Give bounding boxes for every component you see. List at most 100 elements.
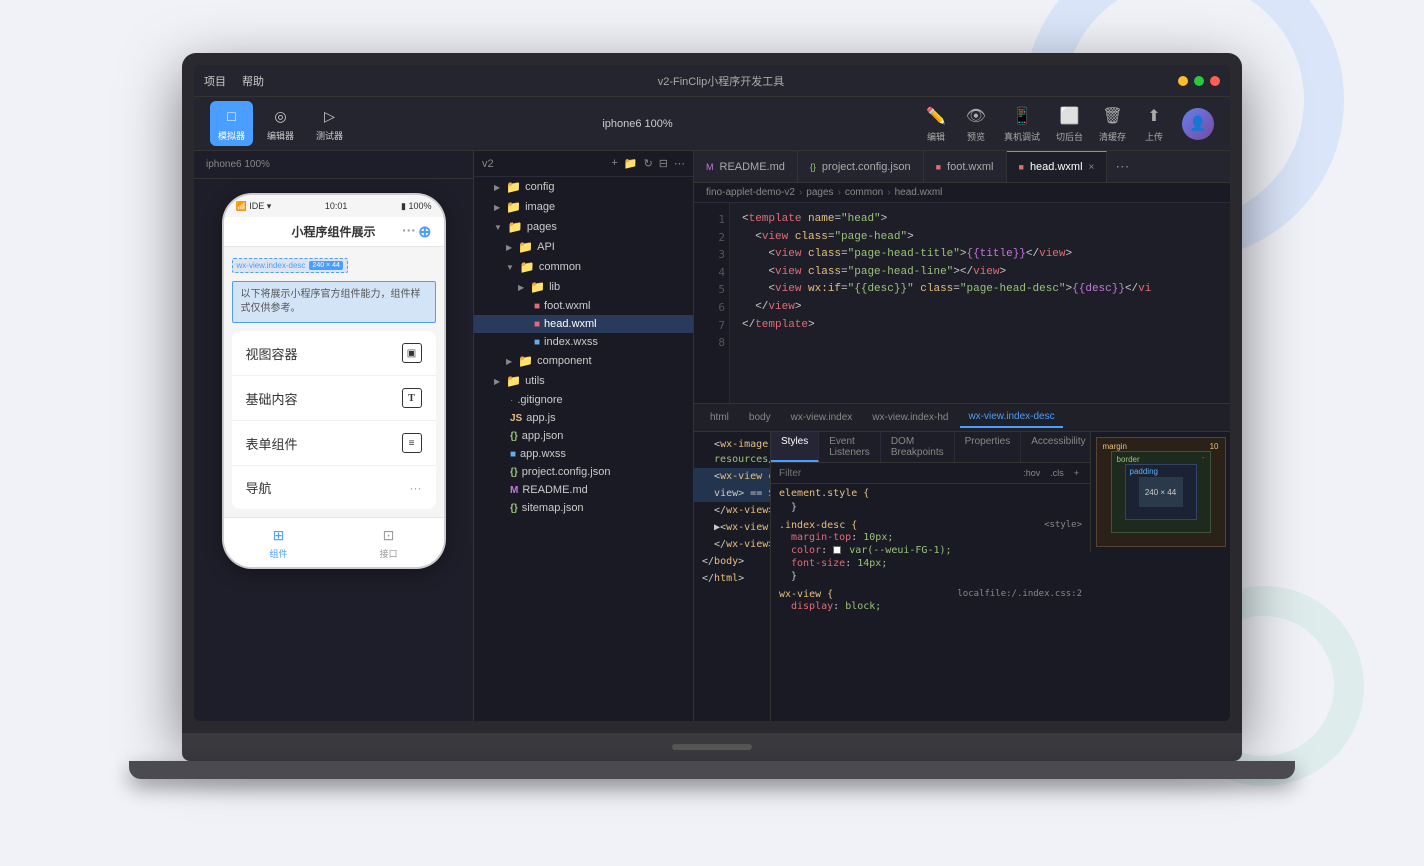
styles-filter-input[interactable] [779, 468, 1012, 479]
tab-foot-wxml[interactable]: ■ foot.wxml [924, 151, 1007, 183]
filter-hover-btn[interactable]: :hov [1020, 467, 1043, 479]
line-numbers: 12345678 [694, 203, 730, 403]
folder-lib-icon: 📁 [530, 280, 545, 294]
simulator-button[interactable]: □ 模拟器 [210, 101, 253, 146]
js-file-icon: JS [510, 413, 522, 424]
wx-view-rule: wx-view { localfile:/.index.css:2 displa… [779, 589, 1082, 613]
file-explorer-header: v2 + 📁 ↻ ⊟ ⋯ [474, 151, 693, 177]
file-item-common-name: common [539, 261, 581, 273]
devtools-tab-wx-view-index[interactable]: wx-view.index [783, 408, 861, 427]
list-item-form[interactable]: 表单组件 ≡ [232, 421, 436, 466]
iphone-nav-bar: 小程序组件展示 ··· ⊕ [224, 217, 444, 247]
styles-tab-event-listeners[interactable]: Event Listeners [819, 432, 881, 462]
nav-dots[interactable]: ··· ⊕ [402, 222, 431, 242]
minimize-button[interactable] [1178, 76, 1188, 86]
tester-icon: ▷ [319, 105, 341, 127]
file-item-common[interactable]: ▼ 📁 common [474, 257, 693, 277]
background-action[interactable]: ⬜ 切后台 [1056, 104, 1083, 143]
file-item-readme[interactable]: M README.md [474, 481, 693, 499]
code-line-2: <view class="page-head"> [742, 229, 1218, 247]
file-item-project-config[interactable]: {} project.config.json [474, 463, 693, 481]
editor-button[interactable]: ◎ 编辑器 [259, 101, 302, 146]
maximize-button[interactable] [1194, 76, 1204, 86]
folder-common-icon: 📁 [520, 260, 535, 274]
file-item-app-js[interactable]: JS app.js [474, 409, 693, 427]
tab-readme[interactable]: M README.md [694, 151, 798, 183]
filter-cls-btn[interactable]: .cls [1047, 467, 1067, 479]
clear-cache-action[interactable]: 🗑 清缓存 [1099, 104, 1126, 143]
file-item-gitignore[interactable]: · .gitignore [474, 391, 693, 409]
new-file-icon[interactable]: + [611, 157, 617, 170]
tab-more-icon[interactable]: ⋯ [1107, 158, 1137, 175]
toolbar: □ 模拟器 ◎ 编辑器 ▷ 测试器 iphone6 100% ✏️ [194, 97, 1230, 151]
upload-action[interactable]: ⬆ 上传 [1142, 104, 1166, 143]
devtools-tab-html[interactable]: html [702, 408, 737, 427]
tab-close-icon[interactable]: × [1089, 162, 1095, 173]
components-nav-icon: ⊞ [269, 525, 289, 545]
user-avatar[interactable]: 👤 [1182, 108, 1214, 140]
wxss-app-icon: ■ [510, 449, 516, 460]
styles-tab-styles[interactable]: Styles [771, 432, 819, 462]
file-item-sitemap[interactable]: {} sitemap.json [474, 499, 693, 517]
file-item-foot-wxml-name: foot.wxml [544, 300, 590, 312]
tester-label: 测试器 [316, 129, 343, 142]
styles-tab-properties[interactable]: Properties [955, 432, 1022, 462]
menu-help[interactable]: 帮助 [242, 73, 264, 89]
devtools-tab-body[interactable]: body [741, 408, 779, 427]
code-editor: 12345678 <template name="head"> <view cl… [694, 203, 1230, 403]
json-file-icon: {} [510, 431, 518, 442]
code-content[interactable]: <template name="head"> <view class="page… [730, 203, 1230, 403]
iphone-bottom-nav: ⊞ 组件 ⊡ 接口 [224, 517, 444, 567]
file-item-app-wxss[interactable]: ■ app.wxss [474, 445, 693, 463]
device-debug-action[interactable]: 📱 真机调试 [1004, 104, 1040, 143]
styles-tab-accessibility[interactable]: Accessibility [1021, 432, 1090, 462]
file-item-component[interactable]: ▶ 📁 component [474, 351, 693, 371]
code-line-6: </view> [742, 299, 1218, 317]
dt-line-highlighted-1: <wx-view class="index-desc">以下将展示小程序官方组件… [694, 468, 770, 485]
file-item-app-json[interactable]: {} app.json [474, 427, 693, 445]
file-item-image[interactable]: ▶ 📁 image [474, 197, 693, 217]
preview-action[interactable]: 👁 预览 [964, 104, 988, 143]
chevron-right-icon: ▶ [494, 377, 500, 386]
more-options-icon[interactable]: ⋯ [674, 157, 685, 170]
background-icon: ⬜ [1057, 104, 1081, 128]
background-label: 切后台 [1056, 130, 1083, 143]
list-item-nav[interactable]: 导航 ··· [232, 466, 436, 509]
file-item-pages[interactable]: ▼ 📁 pages [474, 217, 693, 237]
tab-head-wxml[interactable]: ■ head.wxml × [1007, 151, 1108, 183]
file-item-api[interactable]: ▶ 📁 API [474, 237, 693, 257]
code-line-8 [742, 334, 1218, 352]
collapse-all-icon[interactable]: ⊟ [659, 157, 668, 170]
edit-icon: ✏️ [924, 104, 948, 128]
laptop-bottom [129, 761, 1295, 779]
breadcrumb: fino-applet-demo-v2 › pages › common › h… [694, 183, 1230, 203]
file-item-config[interactable]: ▶ 📁 config [474, 177, 693, 197]
devtools-tab-wx-view-index-hd[interactable]: wx-view.index-hd [864, 408, 956, 427]
iphone-nav-interface[interactable]: ⊡ 接口 [379, 525, 399, 560]
file-item-lib[interactable]: ▶ 📁 lib [474, 277, 693, 297]
new-folder-icon[interactable]: 📁 [624, 157, 638, 170]
tab-project-config[interactable]: {} project.config.json [798, 151, 924, 183]
edit-action[interactable]: ✏️ 编辑 [924, 104, 948, 143]
filter-add-btn[interactable]: + [1071, 467, 1082, 479]
tester-button[interactable]: ▷ 测试器 [308, 101, 351, 146]
json-sitemap-icon: {} [510, 503, 518, 514]
list-item-basic-content[interactable]: 基础内容 T [232, 376, 436, 421]
file-item-head-wxml[interactable]: ■ head.wxml [474, 315, 693, 333]
dt-line-6: </body> [694, 553, 770, 570]
file-item-index-wxss[interactable]: ■ index.wxss [474, 333, 693, 351]
iphone-nav-components[interactable]: ⊞ 组件 [269, 525, 289, 560]
list-item-view-container[interactable]: 视图容器 ▣ [232, 331, 436, 376]
file-item-utils[interactable]: ▶ 📁 utils [474, 371, 693, 391]
chevron-right-icon: ▶ [494, 183, 500, 192]
breadcrumb-pages: pages [806, 187, 833, 198]
refresh-icon[interactable]: ↻ [644, 157, 653, 170]
styles-filter-bar: :hov .cls + [771, 463, 1090, 484]
close-button[interactable] [1210, 76, 1220, 86]
devtools-panel: html body wx-view.index wx-view.index-hd… [694, 403, 1230, 721]
menu-project[interactable]: 项目 [204, 73, 226, 89]
styles-tab-dom-breakpoints[interactable]: DOM Breakpoints [881, 432, 955, 462]
file-item-foot-wxml[interactable]: ■ foot.wxml [474, 297, 693, 315]
index-desc-closing: } [779, 570, 1082, 583]
devtools-tab-wx-view-index-desc[interactable]: wx-view.index-desc [960, 407, 1062, 428]
